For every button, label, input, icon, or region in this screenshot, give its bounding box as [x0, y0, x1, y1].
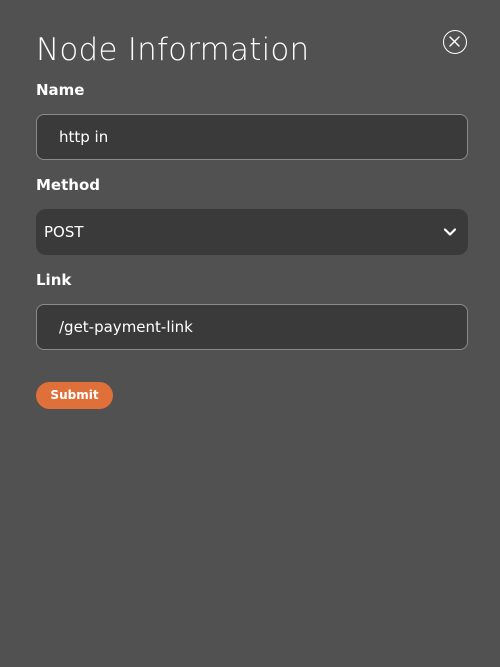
method-select-value: POST	[44, 209, 84, 255]
method-label: Method	[36, 175, 100, 195]
panel-title: Node Information	[36, 30, 309, 70]
name-input-value: http in	[59, 115, 108, 159]
node-information-panel: Node Information Name http in Method POS…	[0, 0, 500, 667]
close-button[interactable]	[443, 30, 467, 54]
submit-button[interactable]: Submit	[36, 382, 113, 409]
link-input-value: /get-payment-link	[59, 305, 193, 349]
method-select[interactable]: POST	[36, 209, 468, 255]
link-input[interactable]: /get-payment-link	[36, 304, 468, 350]
close-icon	[449, 36, 460, 47]
chevron-down-icon	[443, 225, 457, 239]
name-label: Name	[36, 80, 84, 100]
link-label: Link	[36, 270, 71, 290]
name-input[interactable]: http in	[36, 114, 468, 160]
